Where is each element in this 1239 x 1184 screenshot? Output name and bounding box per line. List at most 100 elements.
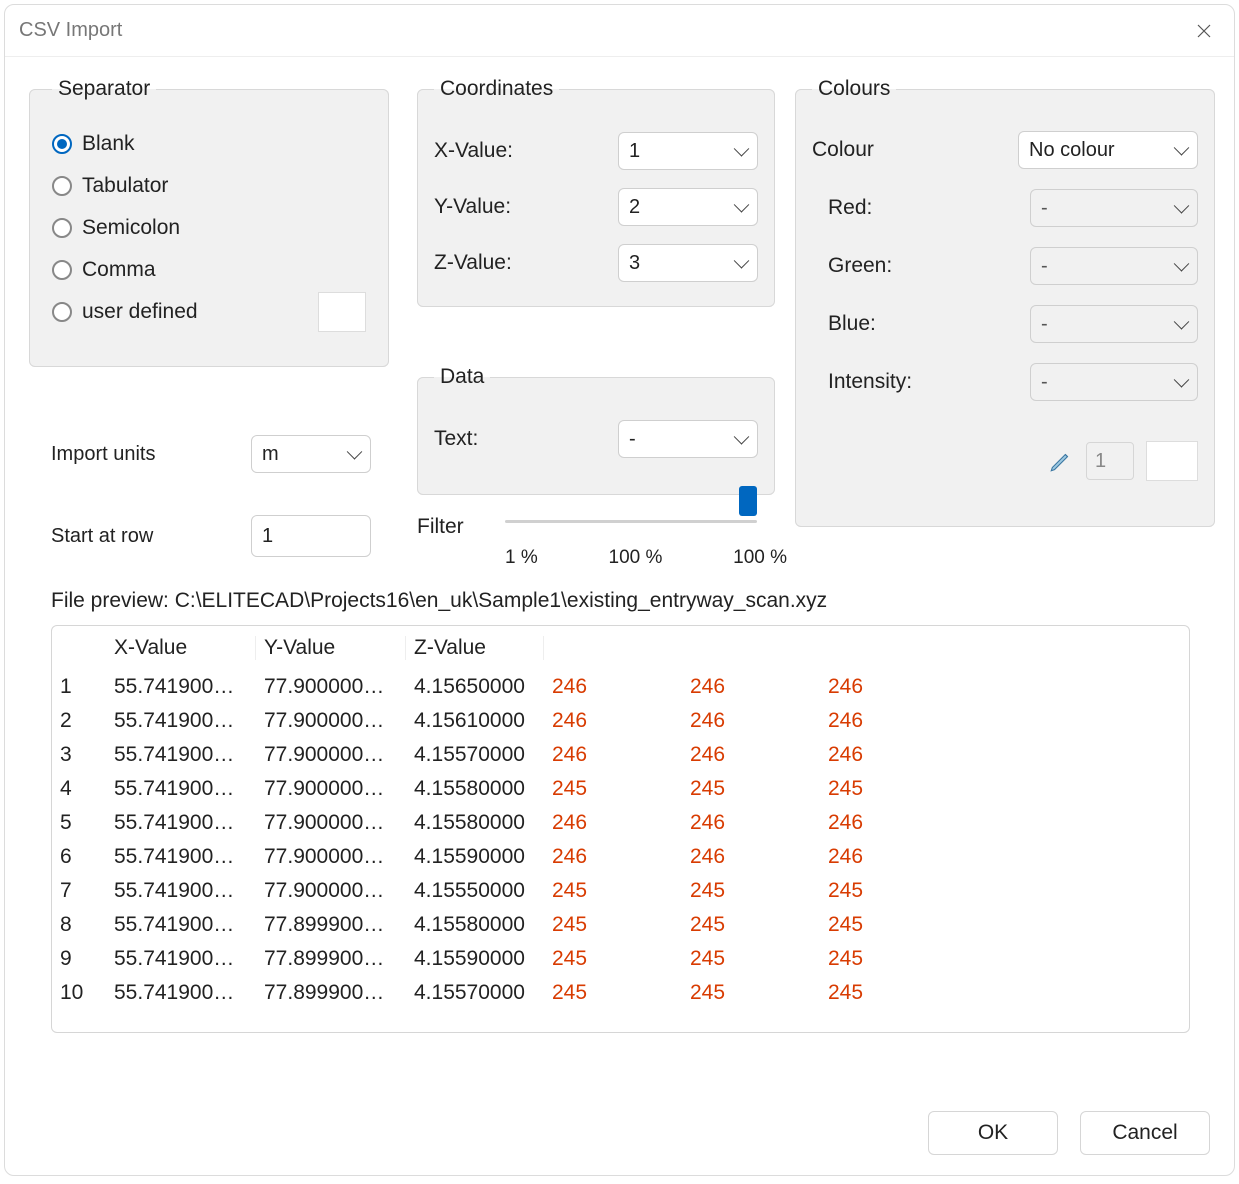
cell-r: 245 <box>544 913 682 937</box>
intensity-select[interactable]: - <box>1030 363 1198 401</box>
cell-y: 77.900000… <box>256 811 406 835</box>
colour-select[interactable]: No colour <box>1018 131 1198 169</box>
table-row[interactable]: 955.741900…77.899900…4.15590000245245245 <box>52 942 1189 976</box>
titlebar: CSV Import <box>5 5 1234 57</box>
y-value-select[interactable]: 2 <box>618 188 758 226</box>
cell-x: 55.741900… <box>106 845 256 869</box>
text-select[interactable]: - <box>618 420 758 458</box>
cancel-label: Cancel <box>1112 1121 1177 1145</box>
y-value-label: Y-Value: <box>434 195 511 219</box>
radio-comma[interactable] <box>52 260 72 280</box>
filter-tick-3: 100 % <box>733 547 787 569</box>
cell-rownum: 2 <box>52 709 106 733</box>
separator-tabulator-row[interactable]: Tabulator <box>52 165 366 207</box>
radio-userdefined[interactable] <box>52 302 72 322</box>
intensity-label: Intensity: <box>812 370 942 394</box>
cell-r: 245 <box>544 879 682 903</box>
green-select[interactable]: - <box>1030 247 1198 285</box>
start-row-label: Start at row <box>51 525 153 548</box>
table-header: X-Value Y-Value Z-Value <box>52 626 1189 670</box>
colour-swatch[interactable] <box>1146 441 1198 481</box>
ok-button[interactable]: OK <box>928 1111 1058 1155</box>
table-row[interactable]: 255.741900…77.900000…4.15610000246246246 <box>52 704 1189 738</box>
cell-z: 4.15580000 <box>406 913 544 937</box>
cell-b: 246 <box>820 675 958 699</box>
z-value-select[interactable]: 3 <box>618 244 758 282</box>
close-button[interactable] <box>1188 15 1220 47</box>
x-value-label: X-Value: <box>434 139 513 163</box>
dialog-body: Separator Blank Tabulator Semicolon Comm… <box>29 65 1210 1075</box>
cell-b: 245 <box>820 777 958 801</box>
separator-comma-row[interactable]: Comma <box>52 249 366 291</box>
table-row[interactable]: 455.741900…77.900000…4.15580000245245245 <box>52 772 1189 806</box>
cell-y: 77.900000… <box>256 709 406 733</box>
table-body: 155.741900…77.900000…4.15650000246246246… <box>52 670 1189 1010</box>
cell-g: 246 <box>682 709 820 733</box>
th-z: Z-Value <box>406 636 544 660</box>
import-units-select[interactable]: m <box>251 435 371 473</box>
slider-thumb[interactable] <box>739 486 757 516</box>
radio-semicolon-label: Semicolon <box>82 216 180 240</box>
pen-number-input[interactable]: 1 <box>1086 442 1134 480</box>
radio-comma-label: Comma <box>82 258 156 282</box>
radio-tabulator[interactable] <box>52 176 72 196</box>
cell-b: 245 <box>820 913 958 937</box>
blue-select[interactable]: - <box>1030 305 1198 343</box>
th-y: Y-Value <box>256 636 406 660</box>
table-row[interactable]: 855.741900…77.899900…4.15580000245245245 <box>52 908 1189 942</box>
import-units-label: Import units <box>51 443 155 466</box>
pen-number-value: 1 <box>1095 450 1106 473</box>
cell-g: 246 <box>682 811 820 835</box>
close-icon <box>1196 23 1212 39</box>
cancel-button[interactable]: Cancel <box>1080 1111 1210 1155</box>
start-row-input[interactable]: 1 <box>251 515 371 557</box>
radio-tabulator-label: Tabulator <box>82 174 168 198</box>
table-row[interactable]: 355.741900…77.900000…4.15570000246246246 <box>52 738 1189 772</box>
cell-rownum: 10 <box>52 981 106 1005</box>
data-legend: Data <box>434 365 490 389</box>
separator-semicolon-row[interactable]: Semicolon <box>52 207 366 249</box>
red-select[interactable]: - <box>1030 189 1198 227</box>
separator-blank-row[interactable]: Blank <box>52 123 366 165</box>
x-value-select[interactable]: 1 <box>618 132 758 170</box>
userdefined-input[interactable] <box>318 292 366 332</box>
cell-y: 77.900000… <box>256 675 406 699</box>
blue-label: Blue: <box>812 312 942 336</box>
radio-semicolon[interactable] <box>52 218 72 238</box>
cell-y: 77.899900… <box>256 981 406 1005</box>
intensity-value: - <box>1041 371 1048 394</box>
z-value: 3 <box>629 252 640 275</box>
cell-y: 77.900000… <box>256 879 406 903</box>
cell-rownum: 7 <box>52 879 106 903</box>
cell-r: 246 <box>544 743 682 767</box>
cell-g: 245 <box>682 913 820 937</box>
table-row[interactable]: 1055.741900…77.899900…4.1557000024524524… <box>52 976 1189 1010</box>
coordinates-group: Coordinates X-Value: 1 Y-Value: 2 Z-Valu… <box>417 77 775 307</box>
cell-x: 55.741900… <box>106 879 256 903</box>
cell-y: 77.900000… <box>256 845 406 869</box>
table-row[interactable]: 755.741900…77.900000…4.15550000245245245 <box>52 874 1189 908</box>
cell-rownum: 3 <box>52 743 106 767</box>
y-value-row: Y-Value: 2 <box>434 179 758 235</box>
radio-blank[interactable] <box>52 134 72 154</box>
cell-r: 246 <box>544 811 682 835</box>
separator-legend: Separator <box>52 77 156 101</box>
cell-g: 246 <box>682 845 820 869</box>
red-value: - <box>1041 197 1048 220</box>
cell-r: 246 <box>544 675 682 699</box>
data-group: Data Text: - <box>417 365 775 495</box>
y-value: 2 <box>629 196 640 219</box>
cell-rownum: 8 <box>52 913 106 937</box>
th-x: X-Value <box>106 636 256 660</box>
filter-slider[interactable] <box>505 498 787 526</box>
colour-label: Colour <box>812 138 942 162</box>
cell-z: 4.15580000 <box>406 777 544 801</box>
cell-r: 245 <box>544 981 682 1005</box>
cell-b: 246 <box>820 845 958 869</box>
separator-userdefined-row[interactable]: user defined <box>52 291 366 333</box>
table-row[interactable]: 655.741900…77.900000…4.15590000246246246 <box>52 840 1189 874</box>
table-row[interactable]: 155.741900…77.900000…4.15650000246246246 <box>52 670 1189 704</box>
pencil-icon[interactable] <box>1048 448 1074 474</box>
radio-blank-label: Blank <box>82 132 135 156</box>
table-row[interactable]: 555.741900…77.900000…4.15580000246246246 <box>52 806 1189 840</box>
